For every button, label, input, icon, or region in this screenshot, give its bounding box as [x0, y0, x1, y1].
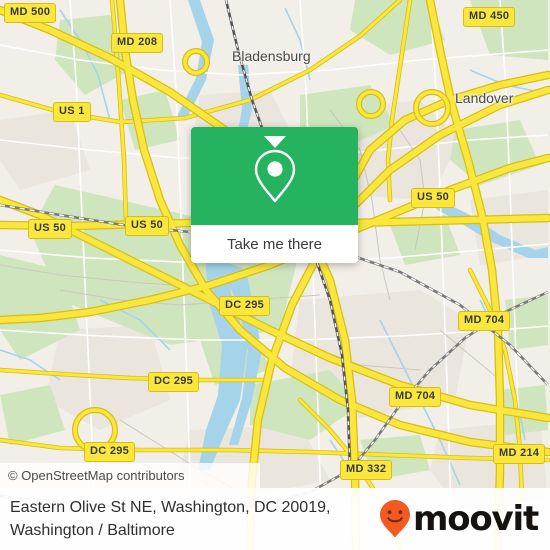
- place-label-bladensburg: Bladensburg: [232, 48, 311, 64]
- route-shield-md-500: MD 500: [4, 3, 57, 23]
- moovit-wordmark: moovit: [412, 499, 539, 539]
- route-shield-dc-295-c: DC 295: [84, 442, 136, 462]
- route-shield-md-704-b: MD 704: [389, 387, 442, 407]
- route-shield-us-50-b: US 50: [28, 219, 73, 239]
- footer-bar: Eastern Olive St NE, Washington, DC 2001…: [0, 488, 550, 550]
- take-me-there-label: Take me there: [226, 235, 323, 253]
- address-block: Eastern Olive St NE, Washington, DC 2001…: [0, 496, 330, 542]
- route-shield-md-214: MD 214: [493, 444, 546, 464]
- route-shield-us-1: US 1: [53, 102, 91, 122]
- map-attribution: © OpenStreetMap contributors: [0, 463, 260, 488]
- address-line-1: Eastern Olive St NE, Washington, DC 2001…: [10, 499, 331, 516]
- moovit-smiley-pin-icon: [379, 500, 410, 538]
- route-shield-dc-295-a: DC 295: [219, 296, 271, 316]
- map-canvas[interactable]: Bladensburg Landover MD 500 MD 208 MD 45…: [0, 0, 550, 550]
- route-shield-dc-295-b: DC 295: [148, 372, 200, 392]
- route-shield-md-704-a: MD 704: [458, 311, 511, 331]
- route-shield-md-332: MD 332: [340, 460, 393, 480]
- route-shield-md-208: MD 208: [111, 33, 164, 53]
- attribution-text[interactable]: © OpenStreetMap contributors: [0, 468, 185, 483]
- map-screen: Bladensburg Landover MD 500 MD 208 MD 45…: [0, 0, 550, 550]
- moovit-brand[interactable]: moovit: [378, 499, 550, 539]
- route-shield-us-50-c: US 50: [411, 188, 456, 208]
- route-shield-us-50-a: US 50: [125, 216, 170, 236]
- popup-tail: [264, 136, 286, 148]
- place-label-landover: Landover: [455, 90, 514, 106]
- address-line-2: Washington / Baltimore: [10, 522, 175, 539]
- take-me-there-button[interactable]: Take me there: [191, 225, 358, 263]
- location-pin-icon: [254, 149, 295, 203]
- route-shield-md-450: MD 450: [463, 7, 516, 27]
